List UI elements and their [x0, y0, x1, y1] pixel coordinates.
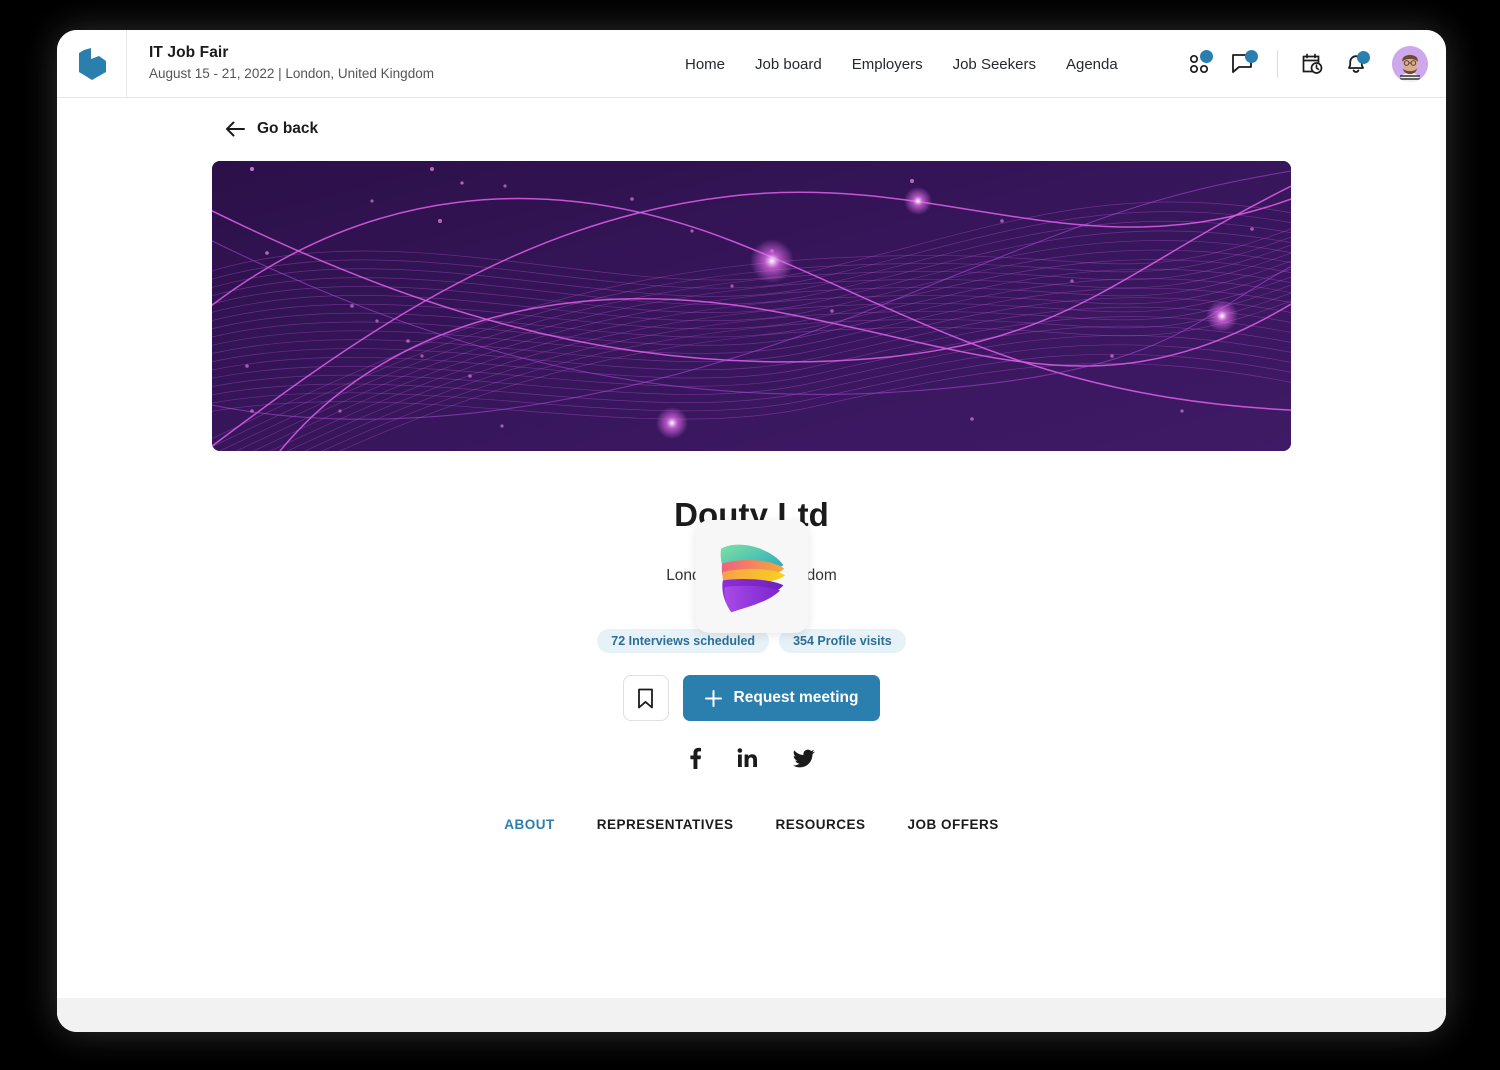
go-back-row: Go back: [57, 98, 1446, 142]
nav-item-job-seekers[interactable]: Job Seekers: [953, 56, 1036, 73]
schedule-button[interactable]: [1290, 42, 1334, 86]
plus-icon: [704, 689, 722, 707]
company-logo: [720, 544, 786, 612]
banner-artwork: [212, 161, 1291, 451]
page-content: Go back Douty Ltd 72 Interviews schedule…: [57, 98, 1446, 1032]
avatar[interactable]: [1392, 46, 1428, 82]
brand-b-logo: [78, 47, 106, 80]
tab-resources[interactable]: Resources: [776, 817, 866, 832]
nav-item-job-board[interactable]: Job board: [755, 56, 822, 73]
event-title: IT Job Fair: [149, 44, 229, 61]
nav-item-agenda[interactable]: Agenda: [1066, 56, 1118, 73]
bookmark-button[interactable]: [622, 675, 669, 721]
nav-item-home[interactable]: Home: [685, 56, 725, 73]
status-badge-visits: 354 Profile visits: [779, 629, 906, 653]
go-back-button[interactable]: Go back: [225, 120, 318, 138]
twitter-icon[interactable]: [792, 749, 815, 768]
tab-job-offers[interactable]: Job offers: [908, 817, 999, 832]
bookmark-icon: [638, 688, 653, 708]
company-cover-banner: [212, 161, 1291, 451]
messages-button[interactable]: [1221, 42, 1265, 86]
profile-tabs: About Representatives Resources Job offe…: [57, 817, 1446, 844]
request-meeting-button[interactable]: Request meeting: [682, 675, 881, 721]
company-actions: Request meeting: [57, 675, 1446, 721]
calendar-clock-icon: [1302, 53, 1323, 74]
notifications-button[interactable]: [1334, 42, 1378, 86]
go-back-label: Go back: [257, 120, 319, 137]
header-actions: [1177, 30, 1428, 98]
header-divider: [1277, 50, 1278, 78]
event-subtitle: August 15 - 21, 2022 | London, United Ki…: [149, 66, 434, 81]
apps-grid-badge: [1200, 50, 1213, 63]
brand-logo-cell[interactable]: [57, 30, 127, 98]
tab-representatives[interactable]: Representatives: [597, 817, 734, 832]
app-window: IT Job Fair August 15 - 21, 2022 | Londo…: [57, 30, 1446, 1032]
apps-grid-button[interactable]: [1177, 42, 1221, 86]
primary-navigation: Home Job board Employers Job Seekers Age…: [685, 30, 1118, 98]
event-meta: IT Job Fair August 15 - 21, 2022 | Londo…: [127, 43, 434, 84]
about-section-wrapper: About: [57, 998, 1446, 1032]
facebook-icon[interactable]: [689, 747, 701, 769]
notifications-badge: [1357, 51, 1370, 64]
nav-item-employers[interactable]: Employers: [852, 56, 923, 73]
user-avatar-illustration: [1392, 46, 1428, 82]
linkedin-icon[interactable]: [737, 748, 757, 768]
social-links: [57, 747, 1446, 769]
tab-about[interactable]: About: [504, 817, 555, 832]
app-header: IT Job Fair August 15 - 21, 2022 | Londo…: [57, 30, 1446, 98]
screenshot-viewport: IT Job Fair August 15 - 21, 2022 | Londo…: [0, 0, 1500, 1070]
messages-badge: [1245, 50, 1258, 63]
company-logo-tile: [695, 520, 808, 633]
arrow-left-icon: [226, 121, 245, 137]
request-meeting-label: Request meeting: [733, 689, 859, 706]
